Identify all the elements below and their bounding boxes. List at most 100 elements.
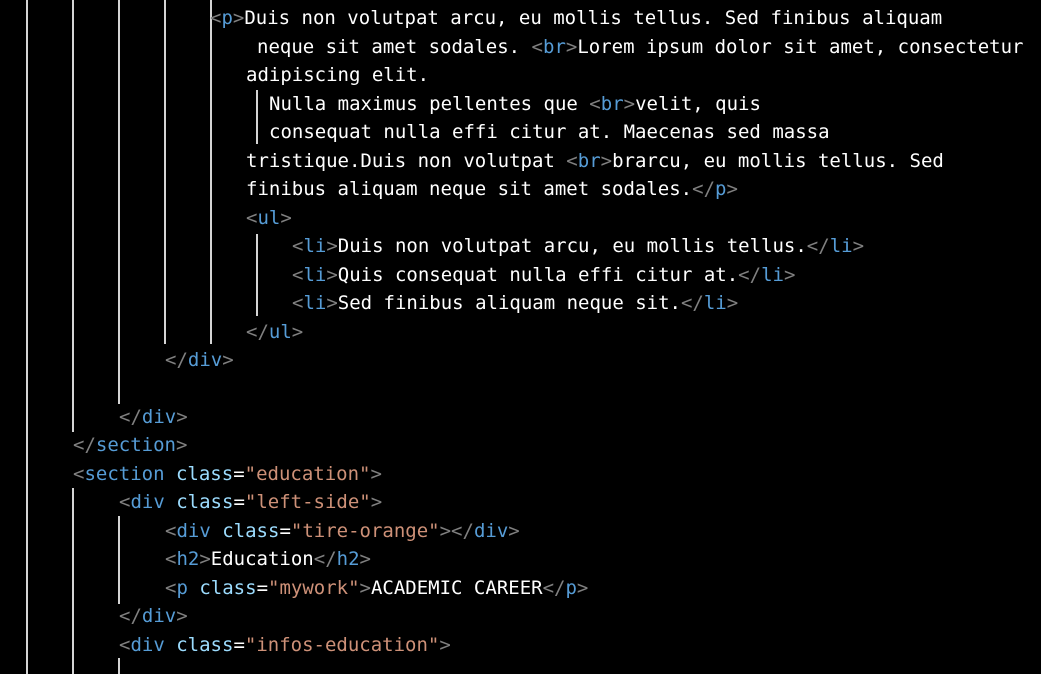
code-text: = (233, 463, 245, 485)
code-string: "infos-education" (244, 634, 440, 656)
code-bracket: > (291, 321, 304, 343)
code-tag-name: section (84, 463, 165, 485)
code-line-7[interactable]: finibus aliquam neque sit amet sodales.<… (246, 175, 738, 203)
code-bracket: < (292, 292, 304, 314)
code-bracket: < (589, 93, 601, 115)
code-bracket: </ (119, 605, 142, 627)
code-line-1[interactable]: <p>Duis non volutpat arcu, eu mollis tel… (210, 4, 942, 32)
code-bracket: > (175, 434, 188, 456)
indent-guide (118, 658, 120, 674)
code-bracket: </ (542, 577, 566, 599)
code-line-5[interactable]: consequat nulla effi citur at. Maecenas … (269, 118, 830, 146)
code-tag-name: li (303, 264, 327, 286)
code-tag-name: section (95, 434, 176, 456)
code-line-4[interactable]: Nulla maximus pellentes que <br>velit, q… (269, 90, 761, 118)
code-text: Nulla maximus pellentes que (269, 93, 590, 115)
code-text: = (233, 491, 245, 513)
indent-guide (72, 0, 74, 432)
code-text: velit, quis (635, 93, 761, 115)
code-line-16[interactable]: <section class="education"> (73, 460, 382, 488)
code-text: brarcu, eu mollis tellus. Sed (612, 150, 944, 172)
code-line-15[interactable]: </section> (73, 431, 187, 459)
code-tag-name: br (543, 36, 566, 58)
code-tag-name: li (303, 235, 327, 257)
code-line-2[interactable]: neque sit amet sodales. <br>Lorem ipsum … (257, 33, 1023, 61)
code-bracket: > (370, 463, 382, 485)
code-line-17[interactable]: <div class="left-side"> (119, 488, 382, 516)
code-line-18[interactable]: <div class="tire-orange"></div> (165, 517, 520, 545)
code-line-10[interactable]: <li>Quis consequat nulla effi citur at.<… (292, 261, 795, 289)
code-text: = (256, 577, 269, 599)
code-text: ACADEMIC CAREER (370, 577, 543, 599)
code-bracket: </ (692, 178, 716, 200)
code-bracket: > (370, 491, 383, 513)
code-tag-name: div (141, 605, 177, 627)
code-string: "education" (244, 463, 371, 485)
code-bracket: < (566, 150, 578, 172)
code-bracket: < (292, 264, 304, 286)
code-line-12[interactable]: </ul> (246, 318, 303, 346)
code-bracket: > (232, 7, 245, 29)
code-bracket: < (292, 235, 304, 257)
code-line-13[interactable]: </div> (165, 346, 234, 374)
code-text: Sed finibus aliquam neque sit. (337, 292, 681, 314)
code-line-22[interactable]: <div class="infos-education"> (119, 631, 451, 659)
code-line-3[interactable]: adipiscing elit. (246, 61, 429, 89)
code-bracket: </ (246, 321, 269, 343)
code-bracket: < (165, 520, 177, 542)
code-tag-name: ul (268, 321, 292, 343)
code-editor[interactable]: <p>Duis non volutpat arcu, eu mollis tel… (0, 0, 1041, 674)
code-text: consequat nulla effi citur at. Maecenas … (269, 121, 830, 143)
code-bracket: < (119, 491, 131, 513)
code-bracket: < (165, 577, 177, 599)
code-bracket: > (508, 520, 520, 542)
code-string: "left-side" (244, 491, 371, 513)
code-bracket: > (326, 235, 338, 257)
code-line-9[interactable]: <li>Duis non volutpat arcu, eu mollis te… (292, 232, 864, 260)
code-line-14[interactable]: </div> (119, 403, 188, 431)
code-line-6[interactable]: tristique.Duis non volutpat <br>brarcu, … (246, 147, 944, 175)
code-line-19[interactable]: <h2>Education</h2> (165, 545, 371, 573)
code-text: finibus aliquam neque sit amet sodales. (246, 178, 693, 200)
code-bracket: > (576, 577, 589, 599)
code-bracket: </ (119, 406, 142, 428)
code-line-21[interactable]: </div> (119, 602, 188, 630)
code-line-20[interactable]: <p class="mywork">ACADEMIC CAREER</p> (165, 574, 588, 602)
code-bracket: > (852, 235, 865, 257)
code-tag-name: h2 (176, 548, 200, 570)
code-text: neque sit amet sodales. (257, 36, 532, 58)
code-tag-name: p (221, 7, 233, 29)
code-bracket: < (73, 463, 85, 485)
code-line-8[interactable]: <ul> (246, 204, 292, 232)
code-bracket: < (246, 207, 258, 229)
code-text: adipiscing elit. (246, 64, 430, 86)
code-text: Duis non volutpat arcu, eu mollis tellus… (337, 235, 807, 257)
code-tag-name: br (577, 150, 601, 172)
code-line-11[interactable]: <li>Sed finibus aliquam neque sit.</li> (292, 289, 738, 317)
code-bracket: </ (313, 548, 337, 570)
code-tag-name: li (303, 292, 327, 314)
indent-guide (72, 488, 74, 674)
code-bracket: </ (738, 264, 762, 286)
code-bracket: > (565, 36, 578, 58)
code-bracket: > (280, 207, 292, 229)
code-tag-name: li (761, 264, 784, 286)
code-text: Duis non volutpat arcu, eu mollis tellus… (244, 7, 943, 29)
code-bracket: > (359, 548, 371, 570)
code-tag-name: div (141, 406, 177, 428)
code-bracket: > (326, 264, 338, 286)
code-bracket: ></ (439, 520, 474, 542)
code-tag-name: p (176, 577, 188, 599)
code-tag-name: h2 (336, 548, 360, 570)
indent-guide (256, 90, 258, 144)
code-bracket: > (199, 548, 211, 570)
code-tag-name: div (187, 349, 223, 371)
code-text: Quis consequat nulla effi citur at. (337, 264, 739, 286)
code-attribute: class (199, 577, 257, 599)
code-bracket: > (359, 577, 371, 599)
